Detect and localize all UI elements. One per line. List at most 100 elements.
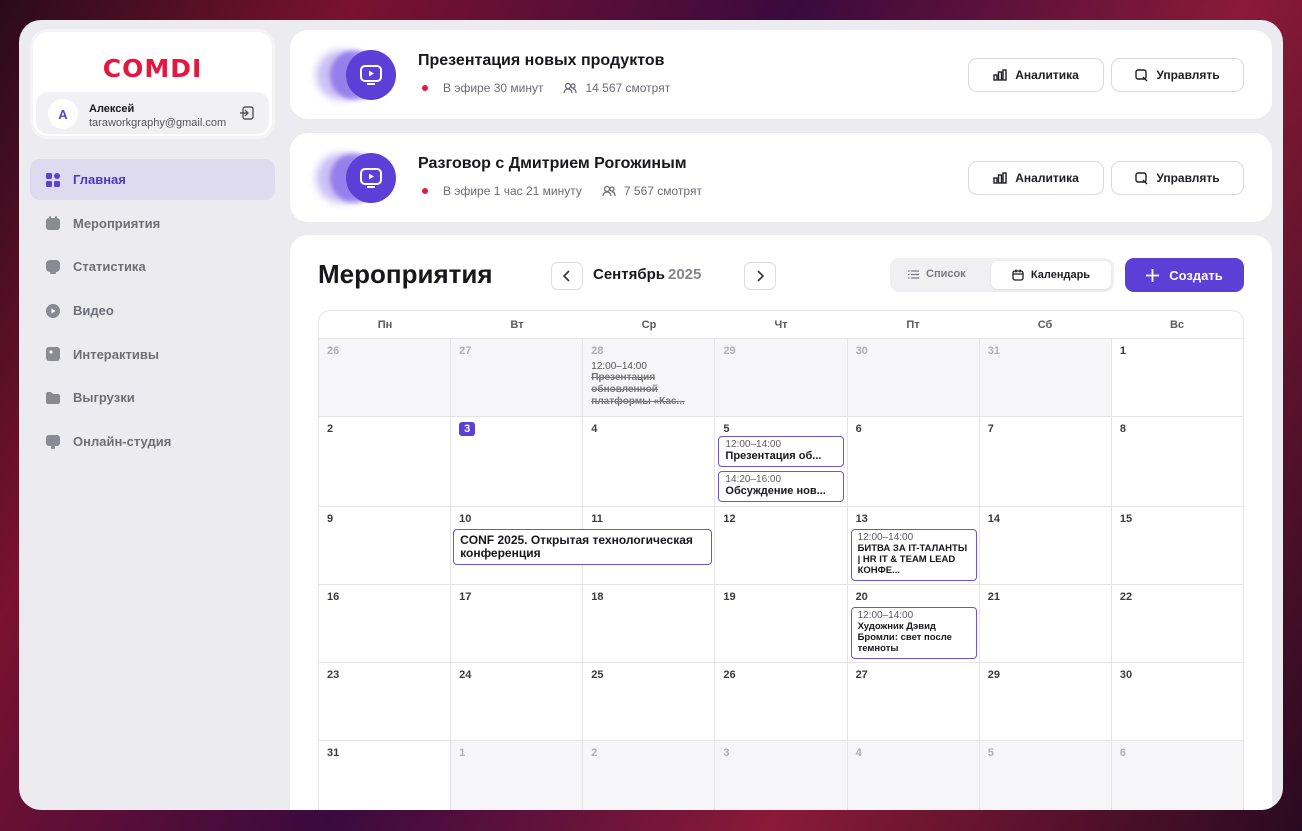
event-item[interactable]: 12:00–14:00 БИТВА ЗА IT-ТАЛАНТЫ | HR IT …	[850, 529, 977, 581]
day-number: 8	[1119, 423, 1126, 435]
day-cell[interactable]: 26	[319, 339, 452, 417]
manage-icon	[1135, 68, 1148, 81]
event-item-past[interactable]: 12:00–14:00 Презентация обновленной плат…	[591, 361, 709, 408]
view-list-button[interactable]: Список	[908, 268, 966, 280]
day-cell[interactable]: 29	[715, 339, 848, 417]
day-cell[interactable]: 8	[1111, 417, 1244, 507]
manage-button[interactable]: Управлять	[1111, 161, 1244, 195]
app-window: COMDI А Алексей taraworkgraphy@gmail.com…	[19, 20, 1283, 810]
brand-card: COMDI А Алексей taraworkgraphy@gmail.com	[30, 29, 275, 139]
event-name: Презентация об...	[725, 450, 822, 462]
day-cell[interactable]: 6	[1111, 741, 1244, 810]
sidebar-item-stats[interactable]: Статистика	[30, 246, 275, 287]
day-cell[interactable]: 3	[715, 741, 848, 810]
day-cell[interactable]: 30	[847, 339, 980, 417]
sidebar-item-video[interactable]: Видео	[30, 290, 275, 331]
manage-button[interactable]: Управлять	[1111, 58, 1244, 92]
day-cell[interactable]: 22	[1111, 585, 1244, 663]
live-dot-icon	[422, 188, 428, 194]
day-number: 21	[987, 591, 1000, 603]
sidebar-item-interactives[interactable]: Интерактивы	[30, 334, 275, 375]
viewers-icon	[563, 82, 578, 94]
day-cell[interactable]: 6	[847, 417, 980, 507]
live-event-meta: В эфире 1 час 21 минуту 7 567 смотрят	[422, 184, 702, 198]
day-cell[interactable]: 24	[451, 663, 584, 741]
logout-icon[interactable]	[239, 105, 255, 121]
weekday-label: Вс	[1169, 318, 1185, 331]
live-event-card[interactable]: Презентация новых продуктов В эфире 30 м…	[290, 30, 1272, 119]
day-number: 1	[1119, 345, 1126, 357]
comdi-logo[interactable]: COMDI	[33, 54, 272, 83]
video-icon	[46, 303, 60, 318]
sidebar-item-studio[interactable]: Онлайн-студия	[30, 421, 275, 462]
weekday-label: Вт	[510, 318, 524, 331]
day-cell[interactable]: 2	[319, 417, 452, 507]
sidebar-item-label: Статистика	[73, 259, 146, 275]
event-item[interactable]: 12:00–14:00 Художник Дэвид Бромли: свет …	[850, 607, 977, 659]
event-item[interactable]: 14:20–16:00 Обсуждение нов...	[718, 471, 845, 502]
day-cell[interactable]: 4	[583, 417, 716, 507]
create-button[interactable]: Создать	[1125, 258, 1244, 292]
day-cell[interactable]: 1	[1111, 339, 1244, 417]
plus-icon	[1146, 268, 1160, 282]
day-cell[interactable]: 16	[319, 585, 452, 663]
day-cell[interactable]: 25	[583, 663, 716, 741]
day-cell[interactable]: 19	[715, 585, 848, 663]
studio-icon	[46, 434, 60, 449]
day-cell[interactable]: 29	[979, 663, 1112, 741]
day-cell[interactable]: 1	[451, 741, 584, 810]
sidebar-item-events[interactable]: Мероприятия	[30, 203, 275, 244]
day-cell[interactable]: 7	[979, 417, 1112, 507]
day-cell[interactable]: 10 CONF 2025. Открытая технологическая к…	[451, 507, 713, 585]
next-month-button[interactable]	[744, 262, 776, 290]
manage-label: Управлять	[1156, 68, 1220, 82]
day-cell[interactable]: 2	[583, 741, 716, 810]
day-cell[interactable]: 17	[451, 585, 584, 663]
day-cell[interactable]: 4	[847, 741, 980, 810]
day-cell[interactable]: 26	[715, 663, 848, 741]
event-item-multiday[interactable]: CONF 2025. Открытая технологическая конф…	[453, 529, 713, 565]
calendar-grid: Пн Вт Ср Чт Пт Сб Вс 26 27 28 12:00–14:0…	[318, 310, 1244, 810]
analytics-label: Аналитика	[1015, 68, 1079, 82]
day-cell[interactable]: 5	[979, 741, 1112, 810]
sidebar-item-home[interactable]: Главная	[30, 159, 275, 200]
day-number: 2	[591, 747, 598, 759]
live-event-card[interactable]: Разговор с Дмитрием Рогожиным В эфире 1 …	[290, 133, 1272, 222]
live-event-meta: В эфире 30 минут 14 567 смотрят	[422, 81, 670, 95]
folder-icon	[46, 391, 60, 405]
day-cell[interactable]: 18	[583, 585, 716, 663]
analytics-button[interactable]: Аналитика	[968, 58, 1104, 92]
sidebar-item-exports[interactable]: Выгрузки	[30, 377, 275, 418]
list-icon	[908, 269, 919, 279]
prev-month-button[interactable]	[551, 262, 583, 290]
event-item[interactable]: 12:00–14:00 Презентация об...	[718, 436, 845, 467]
day-cell[interactable]: 31	[319, 741, 452, 810]
day-cell[interactable]: 27	[451, 339, 584, 417]
view-toggle: Список Календарь	[890, 258, 1114, 292]
day-cell[interactable]: 14	[979, 507, 1112, 585]
analytics-button[interactable]: Аналитика	[968, 161, 1104, 195]
view-calendar-button[interactable]: Календарь	[991, 261, 1111, 289]
day-cell[interactable]: 5 12:00–14:00 Презентация об... 14:20–16…	[715, 417, 848, 507]
user-profile[interactable]: А Алексей taraworkgraphy@gmail.com	[36, 92, 269, 134]
day-cell[interactable]: 21	[979, 585, 1112, 663]
day-number: 27	[855, 669, 868, 681]
day-cell[interactable]: 30	[1111, 663, 1244, 741]
day-cell[interactable]: 15	[1111, 507, 1244, 585]
live-event-title[interactable]: Разговор с Дмитрием Рогожиным	[418, 155, 687, 173]
weekday-label: Ср	[641, 318, 657, 331]
day-cell[interactable]: 12	[715, 507, 848, 585]
day-cell[interactable]: 28 12:00–14:00 Презентация обновленной п…	[583, 339, 716, 417]
day-number: 30	[1119, 669, 1133, 681]
day-cell[interactable]: 27	[847, 663, 980, 741]
day-number: 4	[591, 423, 598, 435]
chevron-right-icon	[757, 270, 764, 282]
day-cell[interactable]: 20 12:00–14:00 Художник Дэвид Бромли: св…	[847, 585, 980, 663]
day-cell-today[interactable]: 3	[451, 417, 584, 507]
day-number: 19	[723, 591, 736, 603]
live-event-title[interactable]: Презентация новых продуктов	[418, 52, 664, 70]
day-cell[interactable]: 23	[319, 663, 452, 741]
day-cell[interactable]: 9	[319, 507, 452, 585]
day-cell[interactable]: 13 12:00–14:00 БИТВА ЗА IT-ТАЛАНТЫ | HR …	[847, 507, 980, 585]
day-cell[interactable]: 31	[979, 339, 1112, 417]
